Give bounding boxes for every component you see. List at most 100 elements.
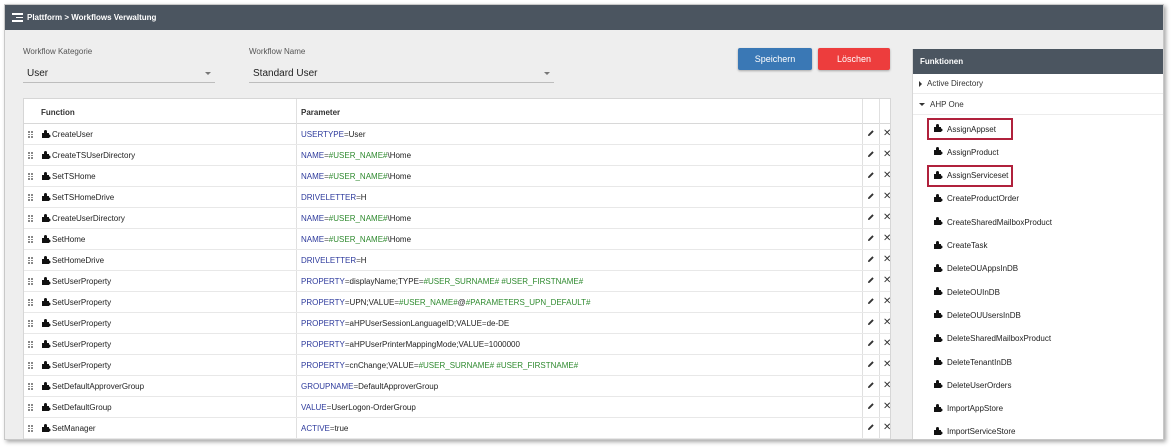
function-item[interactable]: AssignServiceset xyxy=(927,164,1013,187)
table-row[interactable]: SetUserProperty PROPERTY=displayName;TYPE… xyxy=(24,271,890,292)
function-name: SetUserProperty xyxy=(52,319,112,328)
functions-panel: Funktionen Active Directory AHP One Assi… xyxy=(912,49,1163,439)
drag-handle-icon[interactable] xyxy=(28,299,33,306)
close-icon[interactable]: ✕ xyxy=(883,212,890,223)
parameter-segment: cnChange;VALUE xyxy=(349,361,414,370)
function-item[interactable]: DeleteUserOrders xyxy=(927,374,1157,396)
table-row[interactable]: SetUserProperty PROPERTY=aHPUserPrinterMa… xyxy=(24,334,890,355)
close-icon[interactable]: ✕ xyxy=(883,149,890,160)
table-row[interactable]: SetTSHome NAME=#USER_NAME#\Home ✕ xyxy=(24,166,890,187)
pencil-icon[interactable] xyxy=(867,171,875,181)
pencil-icon[interactable] xyxy=(867,402,875,412)
function-item[interactable]: DeleteOUAppsInDB xyxy=(927,258,1157,280)
close-icon[interactable]: ✕ xyxy=(883,317,890,328)
table-row[interactable]: CreateUser USERTYPE=User ✕ xyxy=(24,124,890,145)
pencil-icon[interactable] xyxy=(867,339,875,349)
pencil-icon[interactable] xyxy=(867,423,875,433)
function-item[interactable]: CreateProductOrder xyxy=(927,188,1157,210)
function-item-label: DeleteTenantInDB xyxy=(947,357,1012,367)
function-item[interactable]: DeleteTenantInDB xyxy=(927,351,1157,373)
drag-handle-icon[interactable] xyxy=(28,152,33,159)
function-item[interactable]: ImportServiceStore xyxy=(927,421,1157,439)
table-row[interactable]: SetDefaultApproverGroup GROUPNAME=Default… xyxy=(24,376,890,397)
close-icon[interactable]: ✕ xyxy=(883,380,890,391)
group-active-directory[interactable]: Active Directory xyxy=(913,74,1163,94)
pencil-icon[interactable] xyxy=(867,255,875,265)
close-icon[interactable]: ✕ xyxy=(883,191,890,202)
parameter-value: PROPERTY=cnChange;VALUE=#USER_SURNAME# #… xyxy=(301,361,578,370)
function-item[interactable]: AssignAppset xyxy=(927,118,1013,140)
table-row[interactable]: CreateUserDirectory NAME=#USER_NAME#\Home… xyxy=(24,208,890,229)
puzzle-icon xyxy=(41,360,51,372)
pencil-icon[interactable] xyxy=(867,234,875,244)
function-item[interactable]: CreateTask xyxy=(927,235,1157,257)
function-item[interactable]: ImportAppStore xyxy=(927,398,1157,420)
close-icon[interactable]: ✕ xyxy=(883,296,890,307)
parameter-value: NAME=#USER_NAME#\Home xyxy=(301,172,411,181)
group-ahp-one[interactable]: AHP One xyxy=(913,95,1163,115)
menu-icon[interactable] xyxy=(12,13,23,22)
close-icon[interactable]: ✕ xyxy=(883,338,890,349)
pencil-icon[interactable] xyxy=(867,297,875,307)
drag-handle-icon[interactable] xyxy=(28,362,33,369)
function-name: SetUserProperty xyxy=(52,361,112,370)
pencil-icon[interactable] xyxy=(867,381,875,391)
table-row[interactable]: SetDefaultGroup VALUE=UserLogon-OrderGrou… xyxy=(24,397,890,418)
workflow-name-select[interactable]: Standard User xyxy=(249,65,554,83)
drag-handle-icon[interactable] xyxy=(28,425,33,432)
function-name: SetUserProperty xyxy=(52,340,112,349)
pencil-icon[interactable] xyxy=(867,318,875,328)
close-icon[interactable]: ✕ xyxy=(883,254,890,265)
drag-handle-icon[interactable] xyxy=(28,257,33,264)
pencil-icon[interactable] xyxy=(867,150,875,160)
close-icon[interactable]: ✕ xyxy=(883,401,890,412)
drag-handle-icon[interactable] xyxy=(28,215,33,222)
puzzle-icon xyxy=(933,403,943,415)
table-row[interactable]: CreateTSUserDirectory NAME=#USER_NAME#\Ho… xyxy=(24,145,890,166)
puzzle-icon xyxy=(41,129,51,141)
pencil-icon[interactable] xyxy=(867,192,875,202)
puzzle-icon xyxy=(41,171,51,183)
close-icon[interactable]: ✕ xyxy=(883,275,890,286)
delete-button[interactable]: Löschen xyxy=(818,48,890,70)
table-row[interactable]: SetUserProperty PROPERTY=cnChange;VALUE=#… xyxy=(24,355,890,376)
drag-handle-icon[interactable] xyxy=(28,278,33,285)
drag-handle-icon[interactable] xyxy=(28,320,33,327)
pencil-icon[interactable] xyxy=(867,276,875,286)
function-item[interactable]: DeleteOUInDB xyxy=(927,281,1157,303)
table-row[interactable]: SetHomeDrive DRIVELETTER=H ✕ xyxy=(24,250,890,271)
drag-handle-icon[interactable] xyxy=(28,404,33,411)
pencil-icon[interactable] xyxy=(867,129,875,139)
function-item[interactable]: DeleteSharedMailboxProduct xyxy=(927,328,1157,350)
category-select[interactable]: User xyxy=(23,65,215,83)
puzzle-icon xyxy=(933,286,943,298)
parameter-value: PROPERTY=aHPUserSessionLanguageID;VALUE=… xyxy=(301,319,509,328)
drag-handle-icon[interactable] xyxy=(28,341,33,348)
close-icon[interactable]: ✕ xyxy=(883,170,890,181)
table-row[interactable]: SetHome NAME=#USER_NAME#\Home ✕ xyxy=(24,229,890,250)
drag-handle-icon[interactable] xyxy=(28,131,33,138)
function-item[interactable]: DeleteOUUsersInDB xyxy=(927,304,1157,326)
drag-handle-icon[interactable] xyxy=(28,194,33,201)
table-row[interactable]: SetTSHomeDrive DRIVELETTER=H ✕ xyxy=(24,187,890,208)
breadcrumb[interactable]: Plattform > Workflows Verwaltung xyxy=(27,13,156,22)
drag-handle-icon[interactable] xyxy=(28,383,33,390)
function-item[interactable]: CreateSharedMailboxProduct xyxy=(927,211,1157,233)
function-item[interactable]: AssignProduct xyxy=(927,141,1157,163)
pencil-icon[interactable] xyxy=(867,213,875,223)
table-row[interactable]: SetUserProperty PROPERTY=UPN;VALUE=#USER_… xyxy=(24,292,890,313)
parameter-segment: #USER_NAME# xyxy=(328,151,388,160)
close-icon[interactable]: ✕ xyxy=(883,422,890,433)
close-icon[interactable]: ✕ xyxy=(883,128,890,139)
drag-handle-icon[interactable] xyxy=(28,236,33,243)
close-icon[interactable]: ✕ xyxy=(883,233,890,244)
pencil-icon[interactable] xyxy=(867,360,875,370)
table-row[interactable]: SetUserProperty PROPERTY=aHPUserSessionLa… xyxy=(24,313,890,334)
close-icon[interactable]: ✕ xyxy=(883,359,890,370)
drag-handle-icon[interactable] xyxy=(28,173,33,180)
parameter-segment: UPN;VALUE xyxy=(349,298,395,307)
parameter-segment: GROUPNAME xyxy=(301,382,354,391)
table-row[interactable]: SetManager ACTIVE=true ✕ xyxy=(24,418,890,439)
save-button[interactable]: Speichern xyxy=(738,48,812,70)
puzzle-icon xyxy=(933,333,943,345)
